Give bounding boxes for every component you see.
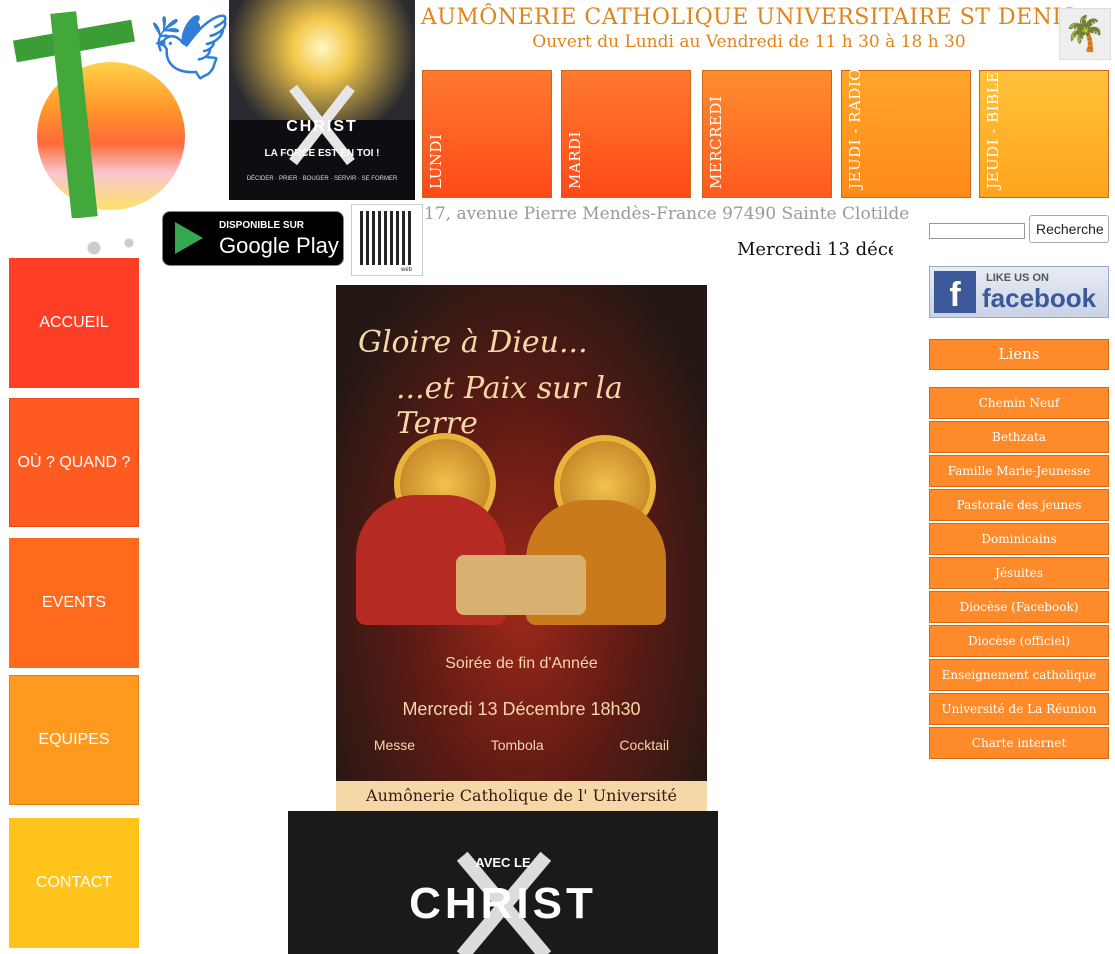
scrolling-announcement: Mercredi 13 décem xyxy=(737,239,893,260)
link-diocese-facebook[interactable]: Diocèse (Facebook) xyxy=(929,591,1109,623)
play-store-icon xyxy=(175,222,203,254)
day-tab-lundi[interactable]: LUNDI xyxy=(422,70,552,198)
day-tab-label: MARDI xyxy=(566,131,584,189)
manger-figure xyxy=(456,555,586,615)
day-tab-mercredi[interactable]: MERCREDI xyxy=(702,70,832,198)
banner-avec: AVEC LE xyxy=(475,855,531,870)
banner-brand: CHRIST xyxy=(409,879,597,928)
link-pastorale-des-jeunes[interactable]: Pastorale des jeunes xyxy=(929,489,1109,521)
facebook-brand-text: facebook xyxy=(982,283,1097,313)
avec-le-christ-banner[interactable]: AVEC LE CHRIST xyxy=(288,811,718,954)
poster-brand: CHRIST xyxy=(286,118,358,135)
poster-slogan: LA FORCE EST EN TOI ! xyxy=(264,148,380,159)
flyer-tags: Messe Tombola Cocktail xyxy=(336,737,707,753)
google-play-line2: Google Play xyxy=(219,233,339,258)
link-bethzata[interactable]: Bethzata xyxy=(929,421,1109,453)
site-logo[interactable]: 🕊 xyxy=(9,0,229,218)
link-enseignement-catholique[interactable]: Enseignement catholique xyxy=(929,659,1109,691)
nav-contact[interactable]: CONTACT xyxy=(9,818,139,948)
day-tab-label: MERCREDI xyxy=(707,95,725,189)
avec-le-christ-poster[interactable]: CHRIST LA FORCE EST EN TOI ! DÉCIDER · P… xyxy=(229,0,415,200)
facebook-like-badge[interactable]: f LIKE US ON facebook xyxy=(929,266,1109,318)
flyer-line2: ...et Paix sur la Terre xyxy=(396,371,623,441)
link-diocese-officiel[interactable]: Diocèse (officiel) xyxy=(929,625,1109,657)
flyer-tag: Tombola xyxy=(490,737,544,753)
google-play-line1: DISPONIBLE SUR xyxy=(219,220,305,231)
site-title: AUMÔNERIE CATHOLIQUE UNIVERSITAIRE ST DE… xyxy=(420,5,1078,30)
facebook-icon: f xyxy=(934,271,976,314)
search-input[interactable] xyxy=(929,223,1025,239)
day-tab-label: JEUDI - BIBLE xyxy=(984,71,1002,189)
google-play-badge[interactable]: DISPONIBLE SUR Google Play xyxy=(162,211,344,266)
dove-icon: 🕊 xyxy=(149,11,229,85)
qr-code-icon xyxy=(360,211,414,265)
link-chemin-neuf[interactable]: Chemin Neuf xyxy=(929,387,1109,419)
opening-hours: Ouvert du Lundi au Vendredi de 11 h 30 à… xyxy=(532,32,966,52)
link-charte-internet[interactable]: Charte internet xyxy=(929,727,1109,759)
qr-code[interactable]: web xyxy=(351,204,423,276)
nav-accueil[interactable]: ACCUEIL xyxy=(9,258,139,388)
flyer-date: Mercredi 13 Décembre 18h30 xyxy=(402,699,641,719)
day-tab-label: LUNDI xyxy=(427,133,445,189)
flyer-tag: Cocktail xyxy=(619,737,670,753)
nav-events[interactable]: EVENTS xyxy=(9,538,139,668)
search-button[interactable]: Recherche xyxy=(1029,215,1109,243)
nav-ou-quand[interactable]: OÙ ? QUAND ? xyxy=(9,398,139,527)
flyer-event: Soirée de fin d'Année xyxy=(445,655,598,672)
day-tab-jeudi-radio[interactable]: JEUDI - RADIO xyxy=(841,67,971,198)
flyer-line1: Gloire à Dieu... xyxy=(358,325,588,360)
flyer-tag: Messe xyxy=(373,737,416,753)
day-tab-mardi[interactable]: MARDI xyxy=(561,70,691,198)
day-tab-jeudi-bible[interactable]: JEUDI - BIBLE xyxy=(979,70,1109,198)
link-jesuites[interactable]: Jésuites xyxy=(929,557,1109,589)
nav-equipes[interactable]: EQUIPES xyxy=(9,675,139,805)
christmas-flyer[interactable]: Gloire à Dieu... ...et Paix sur la Terre… xyxy=(336,285,707,811)
palm-tree-icon: 🌴 xyxy=(1059,8,1111,60)
links-heading: Liens xyxy=(929,339,1109,370)
poster-verbs: DÉCIDER · PRIER · BOUGER · SERVIR · SE F… xyxy=(246,176,398,182)
link-universite-reunion[interactable]: Université de La Réunion xyxy=(929,693,1109,725)
link-dominicains[interactable]: Dominicains xyxy=(929,523,1109,555)
day-tab-label: JEUDI - RADIO xyxy=(846,67,864,189)
qr-label: web xyxy=(400,267,412,273)
bubble-decoration xyxy=(9,218,139,258)
address: 17, avenue Pierre Mendès-France 97490 Sa… xyxy=(424,204,910,224)
flyer-footer: Aumônerie Catholique de l' Université xyxy=(336,781,707,811)
link-famille-marie-jeunesse[interactable]: Famille Marie-Jeunesse xyxy=(929,455,1109,487)
